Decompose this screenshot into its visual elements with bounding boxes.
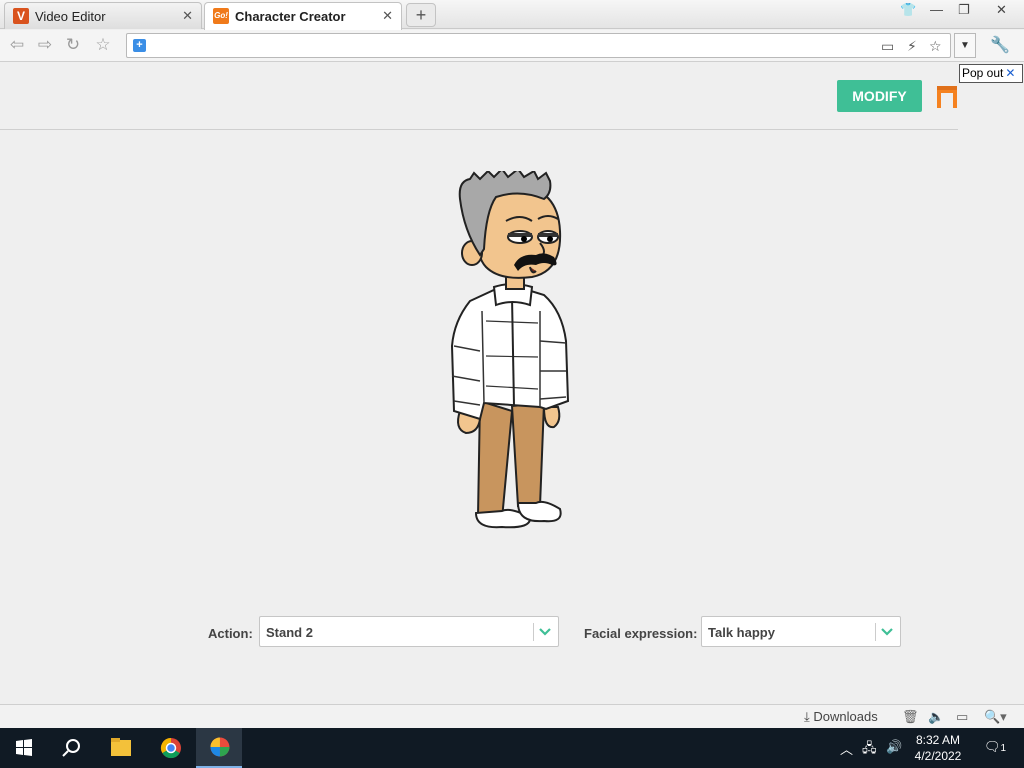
close-icon[interactable]: ✕: [1005, 66, 1015, 80]
search-icon[interactable]: [48, 728, 94, 768]
action-label: Action:: [208, 626, 253, 641]
divider: [0, 129, 958, 130]
trash-icon[interactable]: 🗑: [902, 709, 919, 725]
downloads-button[interactable]: ⤓ Downloads: [804, 709, 878, 725]
downloads-label: Downloads: [813, 709, 878, 724]
screen-icon[interactable]: ▭: [956, 709, 968, 725]
tab-close-icon[interactable]: ✕: [382, 8, 393, 24]
video-editor-favicon-icon: V: [13, 8, 29, 24]
cast-icon[interactable]: ▭: [881, 38, 894, 55]
tab-video-editor[interactable]: V Video Editor ✕: [4, 2, 202, 29]
tab-title: Video Editor: [35, 9, 106, 24]
security-shield-icon: +: [133, 39, 146, 52]
date: 4/2/2022: [914, 749, 962, 763]
browser-toolbar: ⇦ ⇨ ↻ ☆ + ▭ ⚡ ☆ ▼ 🔧: [0, 30, 1024, 62]
clock[interactable]: 8:32 AM 4/2/2022: [912, 732, 964, 764]
facial-expression-select[interactable]: Talk happy: [701, 616, 901, 647]
facial-expression-label: Facial expression:: [584, 626, 698, 641]
chevron-up-icon[interactable]: ︿: [840, 739, 853, 758]
file-explorer-icon[interactable]: [98, 728, 144, 768]
notification-icon[interactable]: 🗨1: [984, 739, 1006, 755]
action-value: Stand 2: [266, 625, 313, 640]
notification-count: 1: [1000, 743, 1007, 754]
divider: [875, 623, 876, 641]
bookmark-star-icon[interactable]: ☆: [929, 38, 942, 55]
minimize-icon[interactable]: —: [930, 2, 943, 17]
facial-expression-value: Talk happy: [708, 625, 775, 640]
chrome-icon[interactable]: [148, 728, 194, 768]
goanimate-favicon-icon: Go!: [213, 8, 229, 24]
status-bar: ⤓ Downloads 🗑 🔈 ▭ 🔍▾: [0, 704, 1024, 728]
character-creator-page: Pop out ✕ MODIFY Action: Stand 2 Facial …: [0, 63, 1024, 703]
menu-dropdown-icon[interactable]: ▼: [954, 33, 976, 58]
taskbar: ︿ 🖧 🔊 8:32 AM 4/2/2022 🗨1: [0, 728, 1024, 768]
close-window-icon[interactable]: ✕: [996, 2, 1007, 18]
download-icon: ⤓: [804, 709, 810, 724]
pop-out-tooltip[interactable]: Pop out ✕: [959, 64, 1023, 83]
colorful-app-icon[interactable]: [196, 728, 242, 768]
chevron-down-icon: [539, 628, 551, 636]
windows-start-icon[interactable]: [0, 728, 46, 768]
address-bar[interactable]: + ▭ ⚡ ☆: [126, 33, 951, 58]
forward-icon[interactable]: ⇨: [34, 34, 56, 56]
exit-door-icon[interactable]: [936, 85, 958, 109]
divider: [533, 623, 534, 641]
back-icon[interactable]: ⇦: [6, 34, 28, 56]
tab-title: Character Creator: [235, 9, 346, 24]
tab-character-creator[interactable]: Go! Character Creator ✕: [204, 2, 402, 30]
bookmark-star-icon[interactable]: ☆: [92, 34, 114, 56]
tab-bar: V Video Editor ✕ Go! Character Creator ✕…: [0, 0, 1024, 30]
action-select[interactable]: Stand 2: [259, 616, 559, 647]
pop-out-label: Pop out: [962, 66, 1004, 80]
volume-icon[interactable]: 🔊: [886, 739, 902, 755]
message-icon: 🗨: [984, 739, 1001, 754]
new-tab-button[interactable]: +: [406, 3, 436, 27]
character-preview[interactable]: [440, 171, 580, 533]
volume-icon[interactable]: 🔈: [928, 709, 944, 725]
restore-icon[interactable]: ❐: [958, 2, 970, 18]
tab-close-icon[interactable]: ✕: [182, 8, 193, 24]
zoom-icon[interactable]: 🔍▾: [984, 709, 1007, 725]
flash-icon[interactable]: ⚡: [907, 38, 917, 55]
chevron-down-icon: [881, 628, 893, 636]
wrench-icon[interactable]: 🔧: [990, 35, 1010, 55]
reload-icon[interactable]: ↻: [62, 34, 84, 56]
network-icon[interactable]: 🖧: [862, 739, 877, 761]
modify-button[interactable]: MODIFY: [837, 80, 922, 112]
time: 8:32 AM: [915, 733, 961, 747]
address-input[interactable]: [153, 36, 873, 55]
shirt-icon[interactable]: 👕: [900, 2, 916, 18]
